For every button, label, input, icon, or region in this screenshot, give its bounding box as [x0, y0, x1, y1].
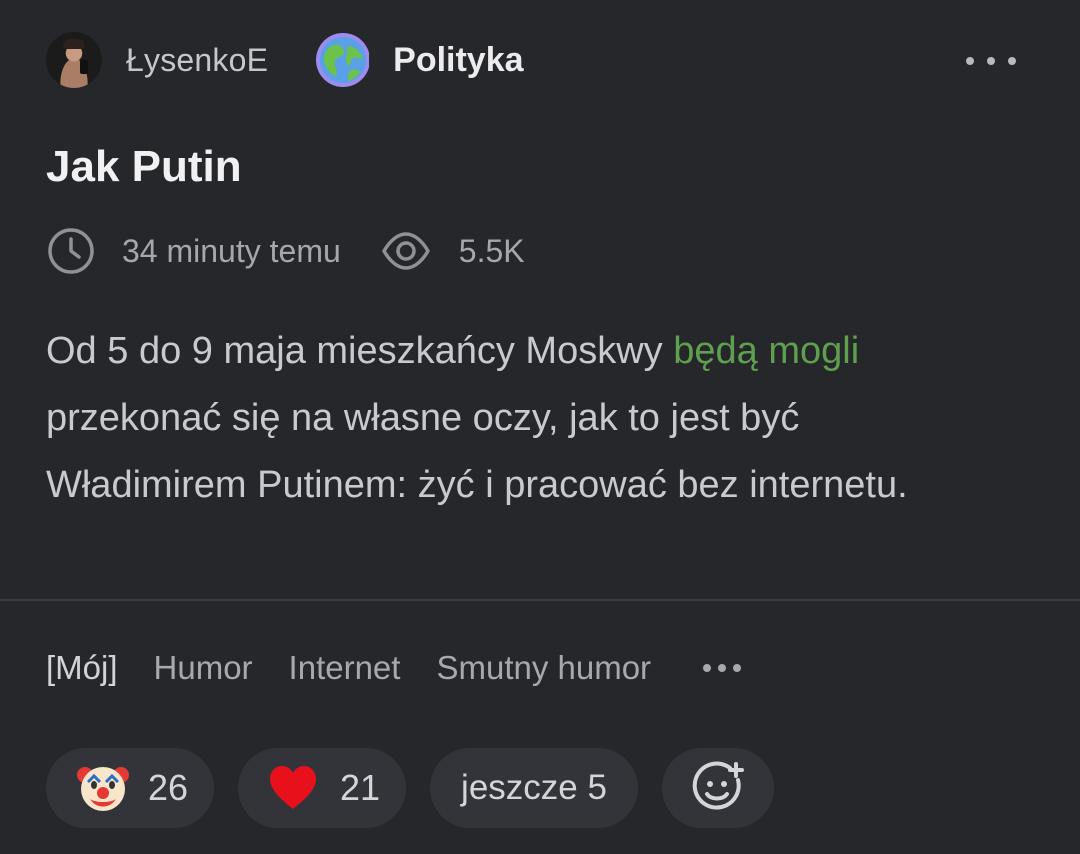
reaction-heart-count: 21	[340, 767, 381, 808]
tags-more-button[interactable]	[703, 658, 742, 678]
tag-humor[interactable]: Humor	[154, 649, 253, 687]
red-heart-icon	[270, 766, 316, 809]
view-count: 5.5K	[458, 232, 525, 269]
post-menu-button[interactable]	[966, 43, 1016, 79]
more-icon-dot	[1008, 57, 1016, 65]
tag-smutny-humor[interactable]: Smutny humor	[436, 649, 651, 687]
reaction-bar: 26 21 jeszcze 5	[46, 748, 798, 828]
reaction-clown-count: 26	[148, 767, 189, 808]
clock-icon	[48, 228, 94, 274]
post-header: ŁysenkoE Polityka	[46, 31, 1034, 89]
more-icon	[703, 664, 712, 672]
add-emoji-icon	[692, 761, 744, 810]
author-name[interactable]: ŁysenkoE	[126, 42, 268, 79]
more-reactions-button[interactable]: jeszcze 5	[430, 748, 638, 828]
eye-icon	[382, 232, 430, 270]
post-card: ŁysenkoE Polityka Jak Putin 34 minuty te…	[0, 0, 1080, 854]
tag-own[interactable]: [Mój]	[46, 649, 118, 687]
more-icon-dot	[733, 664, 742, 672]
reaction-heart-button[interactable]: 21	[238, 748, 406, 828]
post-time: 34 minuty temu	[122, 232, 341, 269]
post-meta: 34 minuty temu 5.5K	[46, 226, 525, 276]
community-name[interactable]: Polityka	[393, 41, 523, 80]
post-body: Od 5 do 9 maja mieszkańcy Moskwy będą mo…	[46, 318, 1006, 519]
clown-face-icon	[77, 767, 129, 811]
post-title[interactable]: Jak Putin	[46, 142, 242, 192]
tag-list: [Mój] Humor Internet Smutny humor	[46, 640, 742, 696]
more-icon-dot	[987, 57, 995, 65]
tag-internet[interactable]: Internet	[289, 649, 401, 687]
more-reactions-label: jeszcze 5	[461, 768, 607, 807]
more-icon	[966, 57, 974, 65]
reaction-clown-button[interactable]: 26	[46, 748, 214, 828]
add-reaction-button[interactable]	[662, 748, 774, 828]
post-body-text-continued: przekonać się na własne oczy, jak to jes…	[46, 397, 908, 506]
author-avatar[interactable]	[46, 32, 102, 88]
divider	[0, 599, 1080, 601]
more-icon-dot	[718, 664, 727, 672]
post-body-text: Od 5 do 9 maja mieszkańcy Moskwy	[46, 330, 674, 372]
body-link[interactable]: będą mogli	[673, 330, 859, 372]
globe-icon[interactable]	[313, 32, 370, 88]
